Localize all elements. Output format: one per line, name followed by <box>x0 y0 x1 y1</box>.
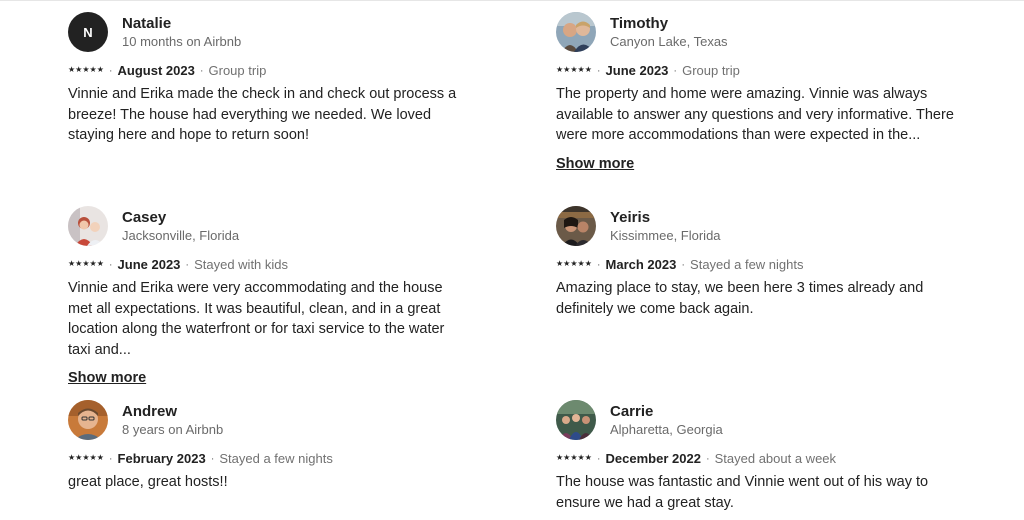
avatar[interactable] <box>556 400 596 440</box>
separator-dot: · <box>199 65 204 77</box>
separator-dot: · <box>210 453 215 465</box>
review-text: great place, great hosts!! <box>68 474 228 490</box>
avatar[interactable] <box>68 400 108 440</box>
reviewer-info: Carrie Alpharetta, Georgia <box>610 402 723 439</box>
separator-dot: · <box>596 453 601 465</box>
profile-photo-icon <box>68 206 108 246</box>
profile-photo-icon <box>556 206 596 246</box>
reviewer-name: Casey <box>122 208 167 226</box>
separator-dot: · <box>596 259 601 271</box>
review-text: The house was fantastic and Vinnie went … <box>556 474 929 511</box>
separator-dot: · <box>108 65 113 77</box>
star-rating-icon: ★★★★★ <box>68 65 104 74</box>
show-more-button[interactable]: Show more <box>68 368 146 388</box>
separator-dot: · <box>108 453 113 465</box>
show-more-button[interactable]: Show more <box>556 154 634 174</box>
trip-type: Stayed with kids <box>194 257 289 272</box>
reviewer-info: Timothy Canyon Lake, Texas <box>610 14 728 51</box>
review-meta: ★★★★★ · June 2023 · Group trip <box>556 62 956 80</box>
trip-type: Stayed a few nights <box>690 257 804 272</box>
separator-dot: · <box>681 259 686 271</box>
star-rating-icon: ★★★★★ <box>68 259 104 268</box>
reviewer-header: Andrew 8 years on Airbnb <box>68 398 468 442</box>
reviewer-info: Andrew 8 years on Airbnb <box>122 402 223 439</box>
review-meta: ★★★★★ · August 2023 · Group trip <box>68 62 468 80</box>
trip-type: Stayed about a week <box>714 451 837 466</box>
trip-type: Stayed a few nights <box>219 451 333 466</box>
review-card: Andrew 8 years on Airbnb ★★★★★ · Februar… <box>68 398 468 493</box>
reviewer-subtitle: Kissimmee, Florida <box>610 227 721 243</box>
reviewer-subtitle: 8 years on Airbnb <box>122 421 224 437</box>
trip-type: Group trip <box>682 63 740 78</box>
review-meta: ★★★★★ · March 2023 · Stayed a few nights <box>556 256 956 274</box>
review-date: March 2023 <box>605 257 677 272</box>
review-date: June 2023 <box>117 257 181 272</box>
reviewer-name: Natalie <box>122 14 172 32</box>
reviewer-name: Timothy <box>610 14 669 32</box>
review-card: Casey Jacksonville, Florida ★★★★★ · June… <box>68 204 468 388</box>
reviewer-info: Casey Jacksonville, Florida <box>122 208 239 245</box>
avatar[interactable]: N <box>68 12 108 52</box>
reviews-grid: N Natalie 10 months on Airbnb ★★★★★ · Au… <box>0 0 1024 520</box>
trip-type: Group trip <box>208 63 267 78</box>
avatar[interactable] <box>556 206 596 246</box>
profile-photo-icon <box>556 400 596 440</box>
review-card: Timothy Canyon Lake, Texas ★★★★★ · June … <box>556 10 956 174</box>
reviewer-subtitle: Alpharetta, Georgia <box>610 421 723 437</box>
review-date: August 2023 <box>117 63 195 78</box>
reviewer-subtitle: Jacksonville, Florida <box>122 227 240 243</box>
reviewer-subtitle: Canyon Lake, Texas <box>610 33 728 49</box>
reviewer-header: Carrie Alpharetta, Georgia <box>556 398 956 442</box>
review-card: Yeiris Kissimmee, Florida ★★★★★ · March … <box>556 204 956 319</box>
star-rating-icon: ★★★★★ <box>556 65 592 74</box>
reviewer-header: Casey Jacksonville, Florida <box>68 204 468 248</box>
avatar-initial: N <box>83 24 93 40</box>
reviewer-name: Carrie <box>610 402 654 420</box>
review-text: Vinnie and Erika were very accommodating… <box>68 280 445 358</box>
separator-dot: · <box>673 65 678 77</box>
star-rating-icon: ★★★★★ <box>556 259 592 268</box>
review-meta: ★★★★★ · February 2023 · Stayed a few nig… <box>68 450 468 468</box>
separator-dot: · <box>705 453 710 465</box>
review-date: June 2023 <box>605 63 669 78</box>
review-date: December 2022 <box>605 451 701 466</box>
star-rating-icon: ★★★★★ <box>68 453 104 462</box>
review-meta: ★★★★★ · June 2023 · Stayed with kids <box>68 256 468 274</box>
reviewer-subtitle: 10 months on Airbnb <box>122 33 242 49</box>
separator-dot: · <box>185 259 190 271</box>
reviewer-name: Yeiris <box>610 208 651 226</box>
reviewer-header: Timothy Canyon Lake, Texas <box>556 10 956 54</box>
review-text: The property and home were amazing. Vinn… <box>556 86 954 144</box>
review-date: February 2023 <box>117 451 206 466</box>
profile-photo-icon <box>556 12 596 52</box>
review-meta: ★★★★★ · December 2022 · Stayed about a w… <box>556 450 956 468</box>
reviewer-info: Yeiris Kissimmee, Florida <box>610 208 721 245</box>
star-rating-icon: ★★★★★ <box>556 453 592 462</box>
avatar[interactable] <box>68 206 108 246</box>
review-text: Amazing place to stay, we been here 3 ti… <box>556 280 924 317</box>
separator-dot: · <box>596 65 601 77</box>
review-card: Carrie Alpharetta, Georgia ★★★★★ · Decem… <box>556 398 956 513</box>
review-text: Vinnie and Erika made the check in and c… <box>68 86 457 144</box>
review-card: N Natalie 10 months on Airbnb ★★★★★ · Au… <box>68 10 468 146</box>
separator-dot: · <box>108 259 113 271</box>
avatar[interactable] <box>556 12 596 52</box>
reviewer-name: Andrew <box>122 402 178 420</box>
profile-photo-icon <box>68 400 108 440</box>
reviewer-header: N Natalie 10 months on Airbnb <box>68 10 468 54</box>
reviewer-info: Natalie 10 months on Airbnb <box>122 14 241 51</box>
reviewer-header: Yeiris Kissimmee, Florida <box>556 204 956 248</box>
